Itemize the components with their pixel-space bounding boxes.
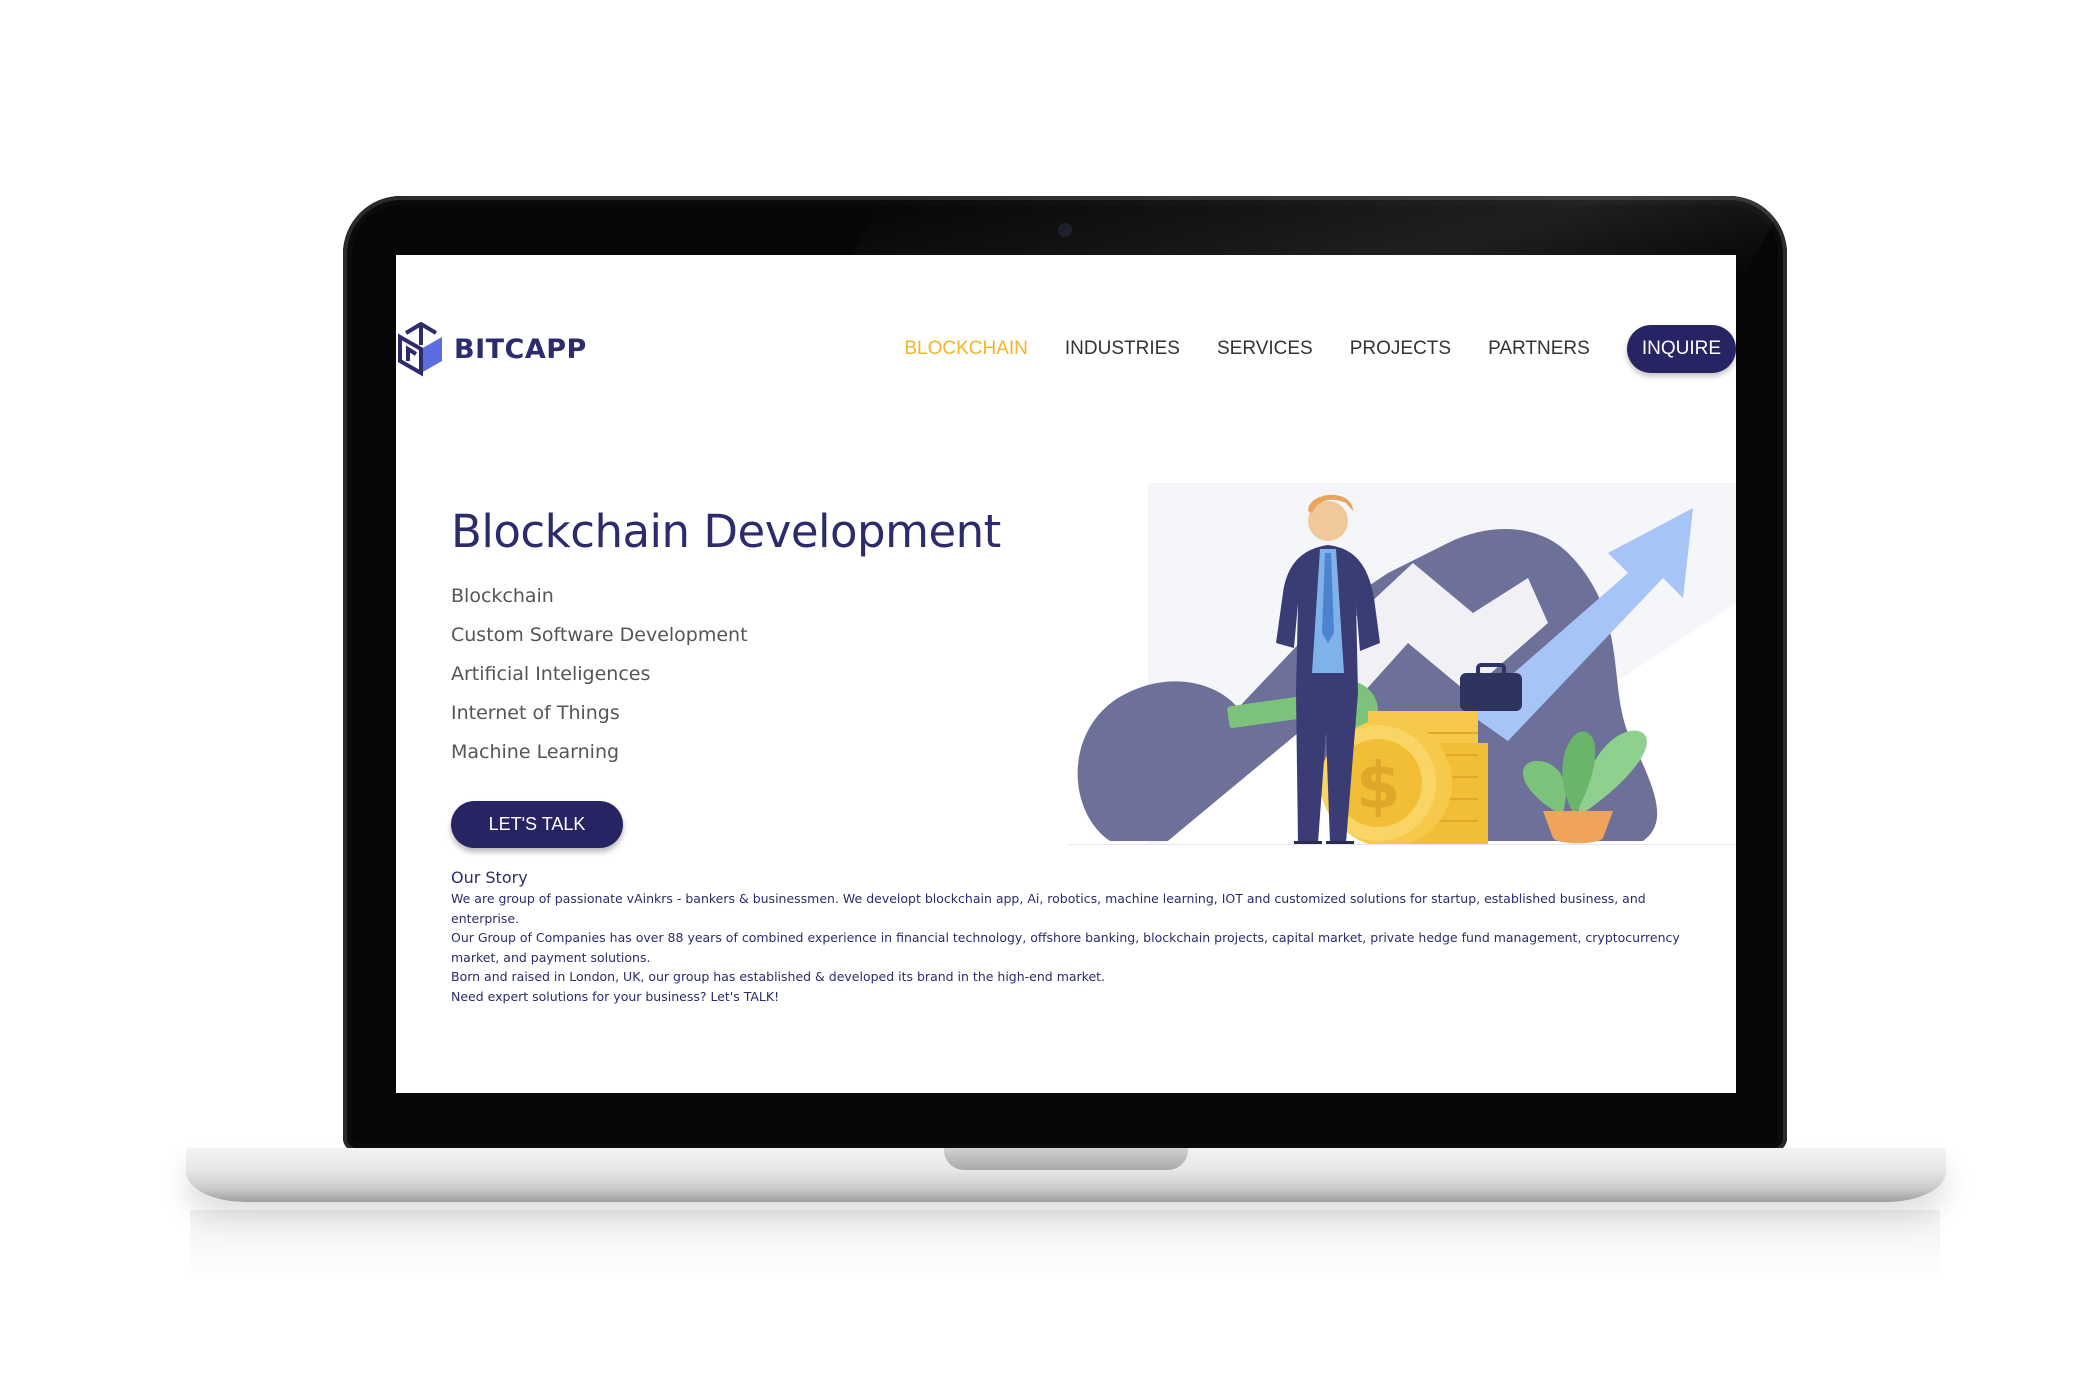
- service-item: Blockchain: [451, 585, 554, 607]
- service-item: Custom Software Development: [451, 624, 748, 646]
- cube-logo-icon: [398, 322, 442, 377]
- story-paragraph: Need expert solutions for your business?…: [451, 988, 780, 1004]
- service-item: Artificial Inteligences: [451, 663, 651, 685]
- story-paragraph: Born and raised in London, UK, our group…: [451, 969, 1106, 984]
- businessman-coins-growth-illustration: $: [1068, 483, 1736, 845]
- laptop-reflection: [190, 1210, 1940, 1280]
- nav-item-projects[interactable]: PROJECTS: [1350, 338, 1451, 360]
- camera-icon: [1060, 225, 1070, 235]
- svg-text:$: $: [1356, 750, 1401, 824]
- hero-title: Blockchain Development: [451, 505, 1001, 558]
- nav-item-services[interactable]: SERVICES: [1217, 338, 1313, 360]
- services-list: Blockchain Custom Software Development A…: [451, 585, 748, 780]
- inquire-button[interactable]: INQUIRE: [1626, 325, 1736, 373]
- service-item: Internet of Things: [451, 702, 620, 724]
- story-paragraph: Our Group of Companies has over 88 years…: [451, 930, 1680, 965]
- service-item: Machine Learning: [451, 741, 620, 763]
- story-title: Our Story: [451, 868, 528, 887]
- lets-talk-button[interactable]: LET'S TALK: [451, 801, 623, 848]
- main-nav: BLOCKCHAIN INDUSTRIES SERVICES PROJECTS …: [904, 325, 1736, 373]
- story-paragraph: We are group of passionate vAinkrs - ban…: [451, 891, 1646, 926]
- brand-name: BITCAPP: [454, 333, 587, 365]
- nav-item-industries[interactable]: INDUSTRIES: [1065, 338, 1180, 360]
- our-story-section: Our Story We are group of passionate vAi…: [451, 868, 1701, 1006]
- laptop-base-notch: [944, 1148, 1188, 1170]
- nav-item-blockchain[interactable]: BLOCKCHAIN: [904, 338, 1028, 360]
- site-header: BITCAPP BLOCKCHAIN INDUSTRIES SERVICES P…: [396, 315, 1736, 385]
- laptop-screen: BITCAPP BLOCKCHAIN INDUSTRIES SERVICES P…: [396, 255, 1736, 1093]
- nav-item-partners[interactable]: PARTNERS: [1488, 338, 1590, 360]
- brand-logo[interactable]: BITCAPP: [396, 321, 587, 377]
